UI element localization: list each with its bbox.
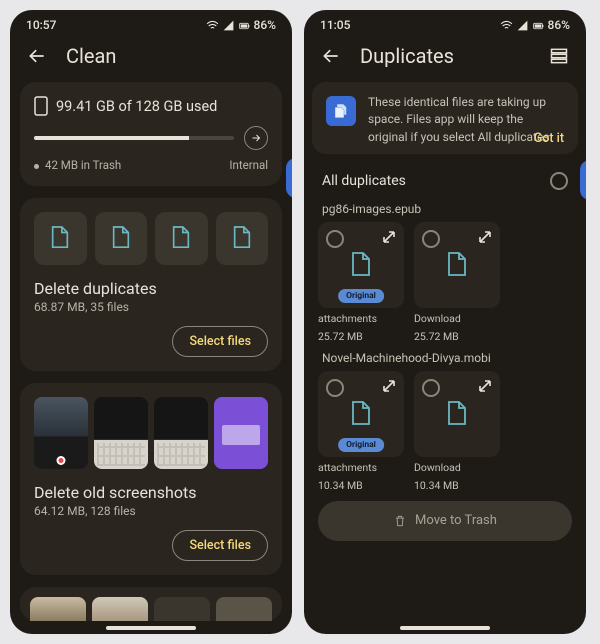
item-radio[interactable] — [326, 379, 344, 397]
duplicate-tile[interactable]: Original — [318, 371, 404, 457]
status-right: 86% — [500, 18, 570, 32]
screenshots-title: Delete old screenshots — [34, 483, 268, 502]
back-button[interactable] — [320, 45, 342, 67]
duplicate-tile[interactable] — [216, 212, 269, 265]
trash-label: Move to Trash — [415, 513, 497, 528]
item-folder: Download — [414, 461, 500, 475]
item-size: 25.72 MB — [318, 330, 404, 344]
item-radio[interactable] — [422, 379, 440, 397]
item-folder: attachments — [318, 312, 404, 326]
group-filename: pg86-images.epub — [304, 200, 586, 222]
duplicate-tile[interactable] — [155, 212, 208, 265]
info-banner: These identical files are taking up spac… — [312, 82, 578, 154]
status-bar: 11:05 86% — [304, 10, 586, 36]
duplicate-tile[interactable] — [414, 371, 500, 457]
duplicate-tile[interactable] — [34, 212, 87, 265]
screenshots-select-button[interactable]: Select files — [172, 530, 268, 561]
file-icon — [445, 251, 469, 279]
phone-icon — [34, 96, 48, 116]
screenshot-thumb[interactable] — [214, 397, 268, 469]
page-title: Clean — [66, 44, 116, 68]
status-time: 11:05 — [320, 18, 350, 32]
all-duplicates-row[interactable]: All duplicates — [304, 162, 586, 200]
storage-used: 99.41 GB of 128 GB used — [56, 98, 217, 115]
item-size: 25.72 MB — [414, 330, 500, 344]
signal-icon — [516, 19, 529, 32]
duplicate-files-icon — [326, 96, 356, 126]
item-size: 10.34 MB — [414, 479, 500, 493]
duplicates-screen: 11:05 86% Duplicates These identical fil… — [304, 10, 586, 634]
item-folder: attachments — [318, 461, 404, 475]
screenshots-subtitle: 64.12 MB, 128 files — [34, 504, 268, 518]
move-to-trash-button[interactable]: Move to Trash — [318, 501, 572, 541]
file-icon — [445, 400, 469, 428]
item-radio[interactable] — [422, 230, 440, 248]
file-icon — [349, 251, 373, 279]
duplicate-item: Download 10.34 MB — [414, 371, 500, 492]
screenshot-thumb[interactable] — [94, 397, 148, 469]
status-right: 86% — [206, 18, 276, 32]
status-battery: 86% — [548, 18, 570, 32]
status-battery: 86% — [254, 18, 276, 32]
duplicates-select-button[interactable]: Select files — [172, 326, 268, 357]
app-bar: Duplicates — [304, 36, 586, 82]
view-toggle-button[interactable] — [548, 45, 570, 67]
home-indicator[interactable] — [400, 626, 490, 630]
all-duplicates-radio[interactable] — [550, 172, 568, 190]
group-filename: Novel-Machinehood-Divya.mobi — [304, 349, 586, 371]
duplicate-tile[interactable]: Original — [318, 222, 404, 308]
battery-icon — [532, 19, 545, 32]
status-time: 10:57 — [26, 18, 56, 32]
duplicates-subtitle: 68.87 MB, 35 files — [34, 300, 268, 314]
trash-size: 42 MB in Trash — [34, 158, 121, 172]
item-size: 10.34 MB — [318, 479, 404, 493]
storage-location: Internal — [229, 158, 268, 172]
status-bar: 10:57 86% — [10, 10, 292, 36]
delete-screenshots-card: Delete old screenshots 64.12 MB, 128 fil… — [20, 383, 282, 575]
duplicate-item: Original attachments 10.34 MB — [318, 371, 404, 492]
clean-screen: 10:57 86% Clean 99.41 GB of 128 GB used — [10, 10, 292, 634]
app-bar: Clean — [10, 36, 292, 82]
duplicate-item: Download 25.72 MB — [414, 222, 500, 343]
next-card-peek — [20, 587, 282, 621]
home-indicator[interactable] — [106, 626, 196, 630]
battery-icon — [238, 19, 251, 32]
assistant-handle[interactable] — [286, 158, 292, 198]
assistant-handle[interactable] — [580, 160, 586, 200]
expand-icon[interactable] — [382, 379, 396, 393]
file-icon — [349, 400, 373, 428]
banner-dismiss-button[interactable]: Got it — [534, 131, 564, 146]
all-duplicates-label: All duplicates — [322, 173, 406, 189]
expand-icon[interactable] — [478, 230, 492, 244]
duplicate-tile[interactable] — [414, 222, 500, 308]
duplicates-title: Delete duplicates — [34, 279, 268, 298]
item-radio[interactable] — [326, 230, 344, 248]
storage-forward-button[interactable] — [244, 126, 268, 150]
storage-progress — [34, 136, 234, 140]
trash-icon — [393, 514, 407, 528]
expand-icon[interactable] — [478, 379, 492, 393]
original-badge: Original — [338, 289, 384, 303]
delete-duplicates-card: Delete duplicates 68.87 MB, 35 files Sel… — [20, 198, 282, 371]
page-title: Duplicates — [360, 44, 454, 68]
wifi-icon — [500, 19, 513, 32]
original-badge: Original — [338, 438, 384, 452]
screenshot-thumb[interactable] — [154, 397, 208, 469]
wifi-icon — [206, 19, 219, 32]
back-button[interactable] — [26, 45, 48, 67]
storage-card[interactable]: 99.41 GB of 128 GB used 42 MB in Trash I… — [20, 82, 282, 186]
item-folder: Download — [414, 312, 500, 326]
signal-icon — [222, 19, 235, 32]
duplicate-tile[interactable] — [95, 212, 148, 265]
duplicate-item: Original attachments 25.72 MB — [318, 222, 404, 343]
screenshot-thumb[interactable] — [34, 397, 88, 469]
expand-icon[interactable] — [382, 230, 396, 244]
